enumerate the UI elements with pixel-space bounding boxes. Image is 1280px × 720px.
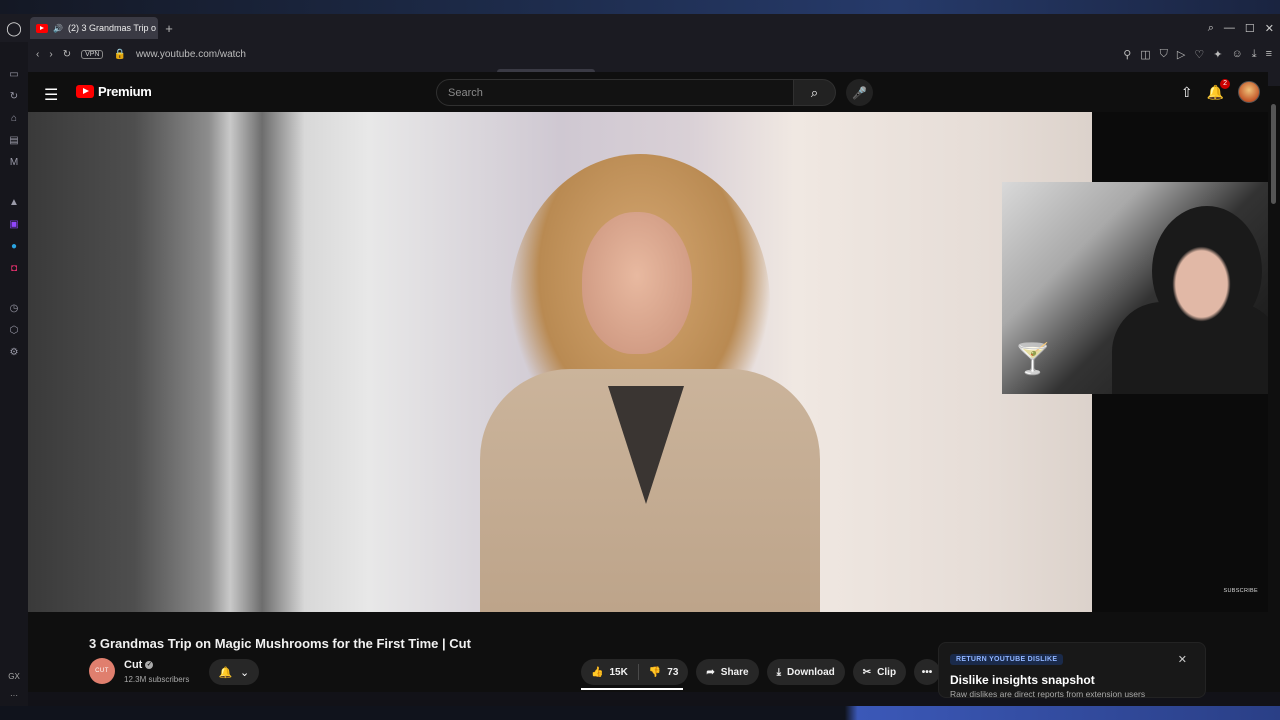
channel-name[interactable]: Cut ✓ xyxy=(124,659,154,671)
snapshot-icon[interactable]: ◫ xyxy=(1140,48,1150,61)
notifications-bell-icon[interactable]: 🔔 2 xyxy=(1207,78,1230,101)
dislike-button[interactable]: 👎 73 xyxy=(639,667,689,678)
share-icon: ➦ xyxy=(706,666,715,678)
ryd-tag: RETURN YOUTUBE DISLIKE xyxy=(950,654,1064,665)
shield-icon[interactable]: ⛉ xyxy=(1160,48,1168,61)
twitch-icon[interactable]: ▣ xyxy=(7,218,21,232)
video-player[interactable]: 🍸 SUBSCRIBE xyxy=(28,112,1268,612)
maximize-button[interactable]: ☐ xyxy=(1245,22,1255,35)
history-icon[interactable]: ⌂ xyxy=(7,112,21,126)
webcam-overlay: 🍸 xyxy=(1002,182,1268,394)
pin-icon[interactable]: ⚲ xyxy=(1123,48,1131,61)
download-label: Download xyxy=(787,666,835,678)
forward-icon[interactable]: › xyxy=(49,49,52,60)
video-frame[interactable] xyxy=(28,112,1092,612)
gaming-icon[interactable]: ▭ xyxy=(7,68,21,82)
logo-text: Premium xyxy=(98,84,152,99)
share-label: Share xyxy=(720,666,749,678)
close-icon[interactable]: ✕ xyxy=(1178,653,1187,666)
martini-glass-icon: 🍸 xyxy=(1014,343,1052,376)
ryd-subtext: Raw dislikes are direct reports from ext… xyxy=(950,689,1146,699)
youtube-logo[interactable]: Premium xyxy=(76,84,152,99)
clip-button[interactable]: ✂ Clip xyxy=(852,659,907,685)
return-dislike-panel: RETURN YOUTUBE DISLIKE ✕ Dislike insight… xyxy=(938,642,1206,699)
subscribe-bell-button[interactable]: 🔔 ⌄ xyxy=(209,659,259,685)
ryd-heading: Dislike insights snapshot xyxy=(950,673,1095,687)
like-underline xyxy=(581,688,683,690)
bell-icon: 🔔 xyxy=(218,666,233,679)
minimize-button[interactable]: — xyxy=(1224,22,1235,34)
vpn-badge[interactable]: VPN xyxy=(81,49,104,59)
url-field[interactable]: www.youtube.com/watch xyxy=(136,49,246,60)
scrollbar-thumb[interactable] xyxy=(1271,104,1276,204)
extensions-puzzle-icon[interactable]: ✦ xyxy=(1213,48,1222,61)
youtube-play-icon xyxy=(76,85,94,98)
close-window-button[interactable]: ✕ xyxy=(1265,22,1274,35)
like-button[interactable]: 👍 15K xyxy=(581,667,638,678)
dislike-count: 73 xyxy=(667,666,679,678)
clock-icon[interactable]: ◷ xyxy=(7,302,21,316)
address-bar: ‹ › ↻ VPN 🔒 www.youtube.com/watch ⚲ ◫ ⛉ … xyxy=(28,42,1280,66)
more-actions-button[interactable]: ••• xyxy=(914,659,941,685)
clip-label: Clip xyxy=(877,666,897,678)
channel-avatar[interactable]: CUT xyxy=(89,658,115,684)
page-scrollbar[interactable] xyxy=(1268,86,1280,692)
channel-name-text[interactable]: Cut xyxy=(124,659,142,671)
opera-menu-icon[interactable]: ◯ xyxy=(0,14,28,42)
tab-strip: ◯ 🔊 (2) 3 Grandmas Trip o + ⌕ — ☐ ✕ xyxy=(0,14,1280,42)
thumbs-down-icon: 👎 xyxy=(648,666,662,678)
notes-icon[interactable]: ▤ xyxy=(7,134,21,148)
extensions-icon[interactable]: ⬡ xyxy=(7,324,21,338)
back-icon[interactable]: ‹ xyxy=(36,49,39,60)
verified-icon: ✓ xyxy=(145,661,154,670)
youtube-favicon-icon xyxy=(36,23,48,33)
download-arrow-icon[interactable]: ⤓ xyxy=(1252,48,1257,61)
video-subject xyxy=(480,154,820,612)
video-actions: 👍 15K 👎 73 ➦ Share ⤓ Download ✂ Clip ••• xyxy=(581,659,941,685)
scissors-icon: ✂ xyxy=(862,666,872,678)
speaker-icon[interactable]: 🔊 xyxy=(53,24,63,33)
notification-count: 2 xyxy=(1220,78,1230,89)
thumbs-up-icon: 👍 xyxy=(591,666,604,678)
youtube-page: ☰ Premium Search ⌕ 🎤 ⇧ 🔔 2 🍸 SUBSCRIBE 3… xyxy=(28,72,1268,692)
video-title: 3 Grandmas Trip on Magic Mushrooms for t… xyxy=(89,636,471,651)
search-input[interactable]: Search xyxy=(436,79,794,106)
subscriber-count: 12.3M subscribers xyxy=(124,675,190,684)
new-tab-button[interactable]: + xyxy=(160,21,178,36)
subscribe-watermark[interactable]: SUBSCRIBE xyxy=(1224,588,1259,594)
upload-icon[interactable]: ⇧ xyxy=(1181,84,1193,101)
settings-icon[interactable]: ⚙ xyxy=(7,346,21,360)
like-count: 15K xyxy=(609,666,628,678)
profile-icon[interactable]: ☺ xyxy=(1231,48,1242,61)
download-button[interactable]: ⤓ Download xyxy=(766,659,845,685)
search-icon[interactable]: ⌕ xyxy=(794,79,836,106)
taskbar-strip xyxy=(0,706,1280,720)
tab-youtube[interactable]: 🔊 (2) 3 Grandmas Trip o xyxy=(30,17,158,39)
account-avatar[interactable] xyxy=(1238,81,1260,103)
play-icon[interactable]: ▷ xyxy=(1177,48,1185,61)
aria-icon[interactable]: ▲ xyxy=(7,196,21,210)
more-dots-icon: ••• xyxy=(921,666,933,678)
share-button[interactable]: ➦ Share xyxy=(696,659,759,685)
menu-icon[interactable]: ≡ xyxy=(1266,48,1272,61)
hamburger-menu-icon[interactable]: ☰ xyxy=(44,85,58,105)
reload-page-icon[interactable]: ↻ xyxy=(63,49,71,60)
microphone-icon[interactable]: 🎤 xyxy=(846,79,873,106)
instagram-icon[interactable]: ◘ xyxy=(7,262,21,276)
lock-icon: 🔒 xyxy=(113,48,126,60)
telegram-icon[interactable]: ● xyxy=(7,240,21,254)
search-tabs-icon[interactable]: ⌕ xyxy=(1208,22,1214,35)
heart-icon[interactable]: ♡ xyxy=(1194,48,1204,61)
youtube-header: ☰ Premium Search ⌕ 🎤 ⇧ 🔔 2 xyxy=(28,72,1268,112)
m-icon[interactable]: M xyxy=(7,156,21,170)
download-icon: ⤓ xyxy=(776,666,781,678)
reload-icon[interactable]: ↻ xyxy=(7,90,21,104)
more-icon[interactable]: ··· xyxy=(10,691,18,700)
tab-title: (2) 3 Grandmas Trip o xyxy=(67,23,156,33)
gx-label[interactable]: GX xyxy=(8,672,20,681)
chevron-down-icon: ⌄ xyxy=(240,666,250,679)
browser-sidebar: ▭ ↻ ⌂ ▤ M ▲ ▣ ● ◘ ◷ ⬡ ⚙ GX ··· xyxy=(0,42,28,706)
like-dislike-group: 👍 15K 👎 73 xyxy=(581,659,689,685)
